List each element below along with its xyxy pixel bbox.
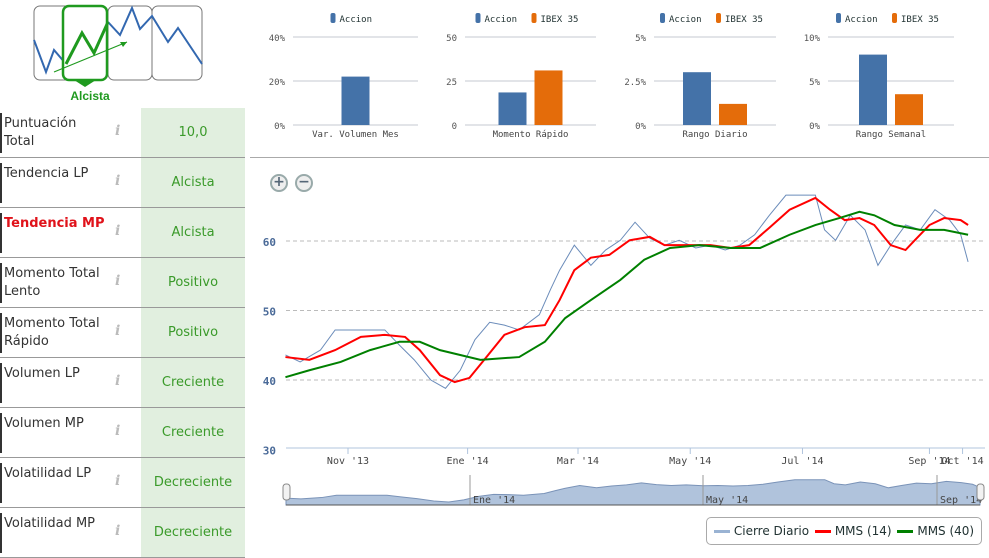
legend-label: MMS (14): [834, 524, 892, 538]
legend-swatch: [892, 13, 897, 23]
x-tick-label: Mar '14: [557, 456, 599, 467]
legend-label: IBEX 35: [901, 15, 939, 25]
row-label: Volatilidad MP: [4, 516, 96, 531]
series-cierre-diario: [285, 194, 969, 389]
legend-label: Accion: [845, 15, 878, 25]
legend-mms14[interactable]: MMS (14): [814, 524, 892, 538]
row-label: Tendencia MP: [4, 216, 105, 231]
y-tick-label: 40: [263, 375, 276, 388]
info-icon[interactable]: i: [115, 223, 120, 239]
y-tick-label: 5%: [809, 78, 820, 88]
chart-title: Rango Semanal: [856, 130, 926, 140]
row-marker: [0, 213, 2, 253]
row-value: Decreciente: [141, 458, 245, 507]
y-tick-label: 30: [263, 445, 276, 458]
navigator-tick-label: May '14: [706, 495, 748, 506]
score-row[interactable]: Volumen MP i Creciente: [0, 408, 245, 458]
y-tick-label: 50: [263, 306, 276, 319]
mini-bar-chart: 0% 5% 10% Accion IBEX 35 Rango Semanal: [804, 13, 954, 140]
score-row[interactable]: Volumen LP i Creciente: [0, 358, 245, 408]
y-tick-label: 10%: [804, 34, 821, 44]
navigator-tick-label: Ene '14: [473, 495, 515, 506]
x-tick-label: Nov '13: [327, 456, 369, 467]
series-mms-14: [285, 196, 969, 384]
score-row[interactable]: Tendencia LP i Alcista: [0, 158, 245, 208]
series-mms-40: [285, 210, 969, 379]
row-marker: [0, 163, 2, 203]
score-row[interactable]: Momento Total Lento i Positivo: [0, 258, 245, 308]
bar-accion: [859, 54, 887, 125]
row-value: Creciente: [141, 408, 245, 457]
bar-ibex: [895, 94, 923, 125]
score-row[interactable]: Momento Total Rápido i Positivo: [0, 308, 245, 358]
x-tick-label: Ene '14: [447, 456, 489, 467]
row-label: Momento Total Rápido: [4, 316, 100, 349]
row-value: Alcista: [141, 208, 245, 257]
row-label: Tendencia LP: [4, 166, 89, 181]
x-tick-label: May '14: [669, 456, 711, 467]
info-icon[interactable]: i: [115, 423, 120, 439]
row-value: Decreciente: [141, 508, 245, 557]
row-label: Volumen LP: [4, 366, 80, 381]
x-tick-label: Jul '14: [781, 456, 823, 467]
row-label: Volumen MP: [4, 416, 84, 431]
row-marker: [0, 263, 2, 303]
info-icon[interactable]: i: [115, 473, 120, 489]
chart-legend: Cierre Diario MMS (14) MMS (40): [706, 517, 982, 545]
info-icon[interactable]: i: [115, 373, 120, 389]
legend-swatch: [836, 13, 841, 23]
row-value: Positivo: [141, 308, 245, 357]
row-value: Positivo: [141, 258, 245, 307]
info-icon[interactable]: i: [115, 323, 120, 339]
legend-label: Cierre Diario: [733, 524, 810, 538]
info-icon[interactable]: i: [115, 173, 120, 189]
row-marker: [0, 413, 2, 453]
row-marker: [0, 513, 2, 553]
price-chart[interactable]: 30 40 50 60 Nov '13 Ene '14 Mar '14 May '14 Jul …: [250, 160, 989, 554]
divider: [250, 157, 989, 158]
score-row[interactable]: Volatilidad MP i Decreciente: [0, 508, 245, 558]
row-marker: [0, 363, 2, 403]
navigator-handle-right[interactable]: [976, 483, 985, 501]
info-icon[interactable]: i: [115, 523, 120, 539]
row-marker: [0, 463, 2, 503]
navigator-tick-label: Sep '14: [940, 495, 982, 506]
row-value: Creciente: [141, 358, 245, 407]
score-row[interactable]: Volatilidad LP i Decreciente: [0, 458, 245, 508]
x-tick-label: Oct '14: [941, 456, 983, 467]
row-label: Momento Total Lento: [4, 266, 100, 299]
legend-cierre[interactable]: Cierre Diario: [713, 524, 810, 538]
row-marker: [0, 313, 2, 353]
legend-label: MMS (40): [917, 524, 975, 538]
navigator-handle-left[interactable]: [282, 483, 291, 501]
y-tick-label: 0%: [809, 122, 820, 132]
score-row[interactable]: Tendencia MP i Alcista: [0, 208, 245, 258]
legend-mms40[interactable]: MMS (40): [897, 524, 974, 538]
y-tick-label: 60: [263, 236, 276, 249]
info-icon[interactable]: i: [115, 273, 120, 289]
row-label: Volatilidad LP: [4, 466, 92, 481]
row-value: Alcista: [141, 158, 245, 207]
